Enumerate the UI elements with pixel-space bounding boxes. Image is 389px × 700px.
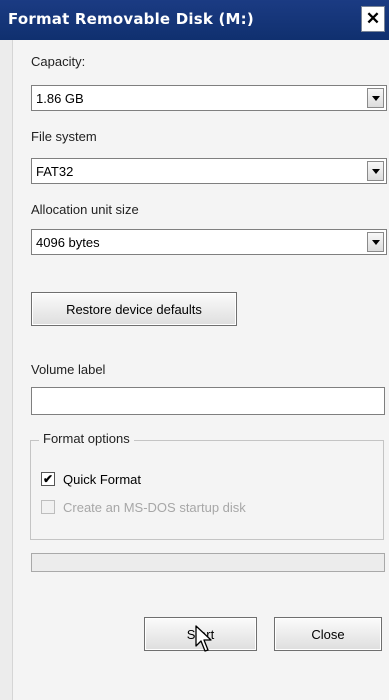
allocation-unit-value: 4096 bytes <box>36 235 100 250</box>
dropdown-arrow-icon[interactable] <box>367 232 384 252</box>
close-button[interactable]: Close <box>274 617 382 651</box>
window-title: Format Removable Disk (M:) <box>8 10 254 28</box>
quick-format-label: Quick Format <box>63 471 142 487</box>
close-window-button[interactable]: ✕ <box>361 6 385 32</box>
checkmark-icon: ✔ <box>42 472 54 486</box>
dropdown-arrow-icon[interactable] <box>367 88 384 108</box>
capacity-label: Capacity: <box>31 54 86 69</box>
title-bar: Format Removable Disk (M:) ✕ <box>0 0 389 40</box>
file-system-value: FAT32 <box>36 164 74 179</box>
volume-label-input[interactable] <box>31 387 385 415</box>
volume-label-label: Volume label <box>31 362 106 377</box>
allocation-unit-select[interactable]: 4096 bytes <box>31 229 387 255</box>
msdos-startup-label: Create an MS-DOS startup disk <box>63 499 246 515</box>
mouse-pointer-icon <box>195 625 212 652</box>
msdos-startup-option: Create an MS-DOS startup disk <box>41 498 246 516</box>
close-icon: ✕ <box>365 9 381 28</box>
format-options-group: Format options ✔ Quick Format Create an … <box>30 431 384 540</box>
allocation-unit-label: Allocation unit size <box>31 202 139 217</box>
file-system-select[interactable]: FAT32 <box>31 158 387 184</box>
restore-defaults-button[interactable]: Restore device defaults <box>31 292 237 326</box>
format-options-title: Format options <box>39 431 134 446</box>
quick-format-option[interactable]: ✔ Quick Format <box>41 470 141 488</box>
msdos-startup-checkbox <box>41 500 55 514</box>
quick-format-checkbox[interactable]: ✔ <box>41 472 55 486</box>
file-system-label: File system <box>31 129 97 144</box>
dialog-body: Capacity: 1.86 GB File system FAT32 Allo… <box>12 40 389 700</box>
capacity-select[interactable]: 1.86 GB <box>31 85 387 111</box>
dropdown-arrow-icon[interactable] <box>367 161 384 181</box>
capacity-value: 1.86 GB <box>36 91 84 106</box>
format-progress-bar <box>31 553 385 572</box>
